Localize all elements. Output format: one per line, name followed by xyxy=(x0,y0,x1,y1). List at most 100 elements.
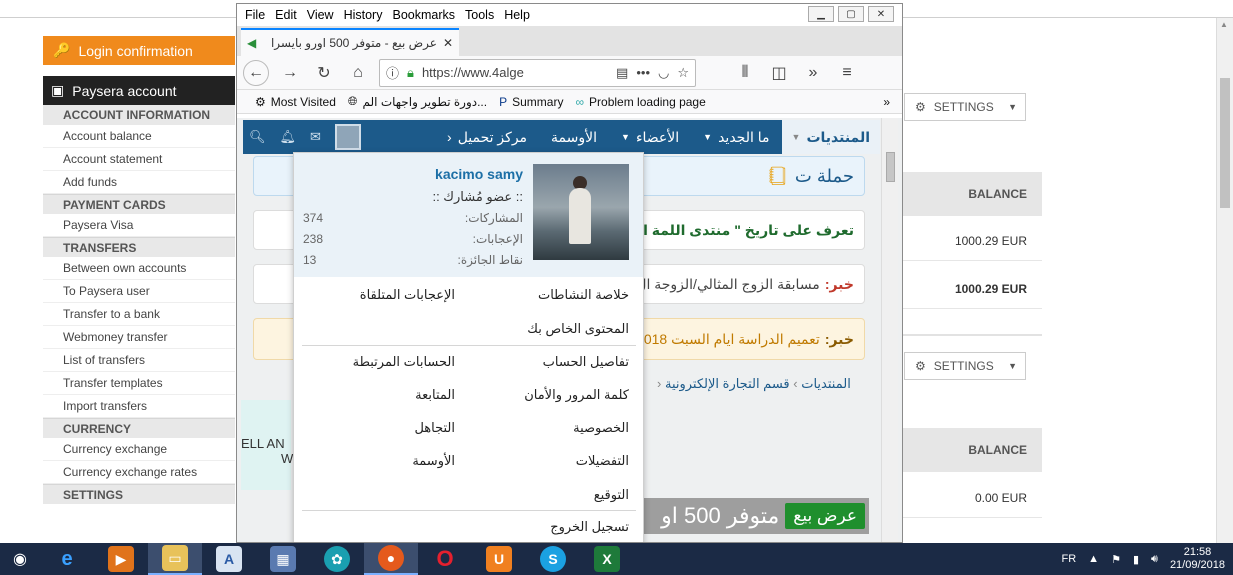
taskbar-skype[interactable]: S xyxy=(526,543,580,575)
tab-close-icon[interactable]: ✕ xyxy=(443,36,453,50)
bookmark-course[interactable]: 🌐︎ دورة تطوير واجهات الم... xyxy=(348,94,487,109)
pocket-icon[interactable]: ◡ xyxy=(658,65,669,81)
maximize-icon[interactable]: ▢ xyxy=(838,6,864,22)
bookmark-summary[interactable]: P Summary xyxy=(499,95,563,109)
content-scrollbar[interactable] xyxy=(881,118,898,542)
menu-ignoring[interactable]: التجاهل xyxy=(414,420,455,436)
taskbar-uc[interactable]: U xyxy=(472,543,526,575)
menu-privacy[interactable]: الخصوصية xyxy=(573,420,629,436)
menu-signature[interactable]: التوقيع xyxy=(594,487,629,503)
menu-password-security[interactable]: كلمة المرور والأمان xyxy=(524,387,629,403)
taskbar-video[interactable]: ✿ xyxy=(310,543,364,575)
minimize-icon[interactable]: ▁ xyxy=(808,6,834,22)
sale-prefix-badge[interactable]: عرض بيع xyxy=(785,503,865,529)
chevron-left-icon[interactable]: ‹ xyxy=(447,129,452,145)
sidebar-link[interactable]: Currency exchange xyxy=(43,438,235,461)
sidebar-link[interactable]: Webmoney transfer xyxy=(43,326,235,349)
taskbar-media[interactable]: ▶ xyxy=(94,543,148,575)
url-bar[interactable]: ⓘ 🔒︎ https://www.4alge ▤ ••• ◡ ☆ xyxy=(379,58,696,87)
taskbar-opera[interactable]: O xyxy=(418,543,472,575)
bookmark-most-visited[interactable]: ⚙ Most Visited xyxy=(255,95,336,109)
page-actions-icon[interactable]: ••• xyxy=(636,65,650,80)
menu-file[interactable]: File xyxy=(245,8,265,22)
sidebar-link[interactable]: Between own accounts xyxy=(43,257,235,280)
sidebar-link[interactable]: List of transfers xyxy=(43,349,235,372)
sidebar-icon[interactable]: ◫ xyxy=(766,60,792,86)
taskbar-ie[interactable]: e xyxy=(40,543,94,575)
menu-trophies[interactable]: الأوسمة xyxy=(412,453,455,469)
breadcrumb-forums[interactable]: المنتديات xyxy=(801,376,851,391)
sidebar-link[interactable]: Import transfers xyxy=(43,395,235,418)
menu-preferences[interactable]: التفضيلات xyxy=(576,453,629,469)
login-confirmation-button[interactable]: 🔑 Login confirmation xyxy=(43,36,235,65)
menu-account-details[interactable]: تفاصيل الحساب xyxy=(543,354,629,370)
bookmarks-overflow-icon[interactable]: » xyxy=(883,95,890,109)
nav-upload-center[interactable]: مركز تحميل ‹ xyxy=(435,129,539,146)
menu-logout[interactable]: تسجيل الخروج xyxy=(550,519,629,535)
bell-icon[interactable]: 🔔︎ xyxy=(280,129,297,145)
menu-activity[interactable]: خلاصة النشاطات xyxy=(538,287,629,303)
settings-button-2[interactable]: ⚙ SETTINGS ▼ xyxy=(904,352,1026,380)
back-icon[interactable]: ← xyxy=(243,59,269,86)
menu-view[interactable]: View xyxy=(307,8,334,22)
page-scrollbar-thumb[interactable] xyxy=(1220,78,1230,208)
user-name[interactable]: kacimo samy xyxy=(435,166,523,182)
library-icon[interactable]: ⫴ xyxy=(732,60,758,86)
tab-active[interactable]: ◀ عرض بيع - متوفر 500 اورو بايسرا ✕ xyxy=(241,28,459,56)
taskbar-network[interactable]: ▦ xyxy=(256,543,310,575)
start-button[interactable]: ◉ xyxy=(0,543,40,575)
nav-forums[interactable]: المنتديات ▼ xyxy=(781,120,880,154)
scroll-up-icon[interactable]: ▲ xyxy=(1220,20,1228,29)
sidebar-link[interactable]: Transfer templates xyxy=(43,372,235,395)
network-icon[interactable]: ▮ xyxy=(1133,553,1139,566)
menu-help[interactable]: Help xyxy=(504,8,530,22)
envelope-icon[interactable]: ✉ xyxy=(310,129,321,145)
taskbar-excel[interactable]: X xyxy=(580,543,634,575)
sidebar-link[interactable]: Account balance xyxy=(43,125,235,148)
menu-edit[interactable]: Edit xyxy=(275,8,297,22)
sidebar-link[interactable]: Add funds xyxy=(43,171,235,194)
language-indicator[interactable]: FR xyxy=(1062,553,1077,565)
menu-connected-accounts[interactable]: الحسابات المرتبطة xyxy=(353,354,455,370)
profile-photo[interactable] xyxy=(533,164,629,260)
sidebar-link[interactable]: Transfer to a bank xyxy=(43,303,235,326)
overflow-chevron-icon[interactable]: » xyxy=(800,60,826,86)
menu-your-content[interactable]: المحتوى الخاص بك xyxy=(527,321,629,337)
taskbar-docs[interactable]: A xyxy=(202,543,256,575)
sidebar-link[interactable]: Currency exchange rates xyxy=(43,461,235,484)
taskbar-explorer[interactable]: ▭ xyxy=(148,543,202,575)
menu-following[interactable]: المتابعة xyxy=(415,387,455,403)
show-hidden-icons-icon[interactable]: ▲ xyxy=(1088,553,1099,565)
volume-icon[interactable]: 🔊︎ xyxy=(1151,553,1158,566)
sidebar-link[interactable]: Paysera Visa xyxy=(43,214,235,237)
info-icon[interactable]: ⓘ xyxy=(386,63,399,82)
sidebar-link[interactable]: To Paysera user xyxy=(43,280,235,303)
paysera-account-header[interactable]: ▣ Paysera account xyxy=(43,76,235,105)
search-icon[interactable]: 🔍︎ xyxy=(249,129,266,145)
settings-button-1[interactable]: ⚙ SETTINGS ▼ xyxy=(904,93,1026,121)
close-icon[interactable]: ✕ xyxy=(868,6,894,22)
user-avatar[interactable] xyxy=(334,124,361,150)
hamburger-menu-icon[interactable]: ≡ xyxy=(834,60,860,86)
taskbar-firefox[interactable]: ● xyxy=(364,543,418,575)
nav-members[interactable]: الأعضاء ▼ xyxy=(609,129,691,146)
url-text[interactable]: https://www.4alge xyxy=(422,65,608,80)
home-icon[interactable]: ⌂ xyxy=(345,60,371,86)
reload-icon[interactable]: ↻ xyxy=(311,60,337,86)
menu-tools[interactable]: Tools xyxy=(465,8,494,22)
menu-likes-received[interactable]: الإعجابات المتلقاة xyxy=(360,287,455,303)
menu-bookmarks[interactable]: Bookmarks xyxy=(392,8,455,22)
page-scrollbar[interactable]: ▲ xyxy=(1216,18,1233,543)
reader-view-icon[interactable]: ▤ xyxy=(616,65,628,81)
bookmark-star-icon[interactable]: ☆ xyxy=(677,65,689,81)
nav-whats-new[interactable]: ما الجديد ▼ xyxy=(691,129,781,146)
flag-icon[interactable]: ⚑ xyxy=(1111,553,1121,566)
sidebar-link[interactable]: Account statement xyxy=(43,148,235,171)
forward-icon[interactable]: → xyxy=(277,60,303,86)
clock[interactable]: 21:58 21/09/2018 xyxy=(1170,546,1225,572)
content-scrollbar-thumb[interactable] xyxy=(886,152,895,182)
nav-trophies[interactable]: الأوسمة xyxy=(539,129,609,146)
bookmark-problem-loading[interactable]: ∞ Problem loading page xyxy=(575,95,705,109)
breadcrumb-ecommerce[interactable]: قسم التجارة الإلكترونية xyxy=(665,376,790,391)
menu-history[interactable]: History xyxy=(344,8,383,22)
